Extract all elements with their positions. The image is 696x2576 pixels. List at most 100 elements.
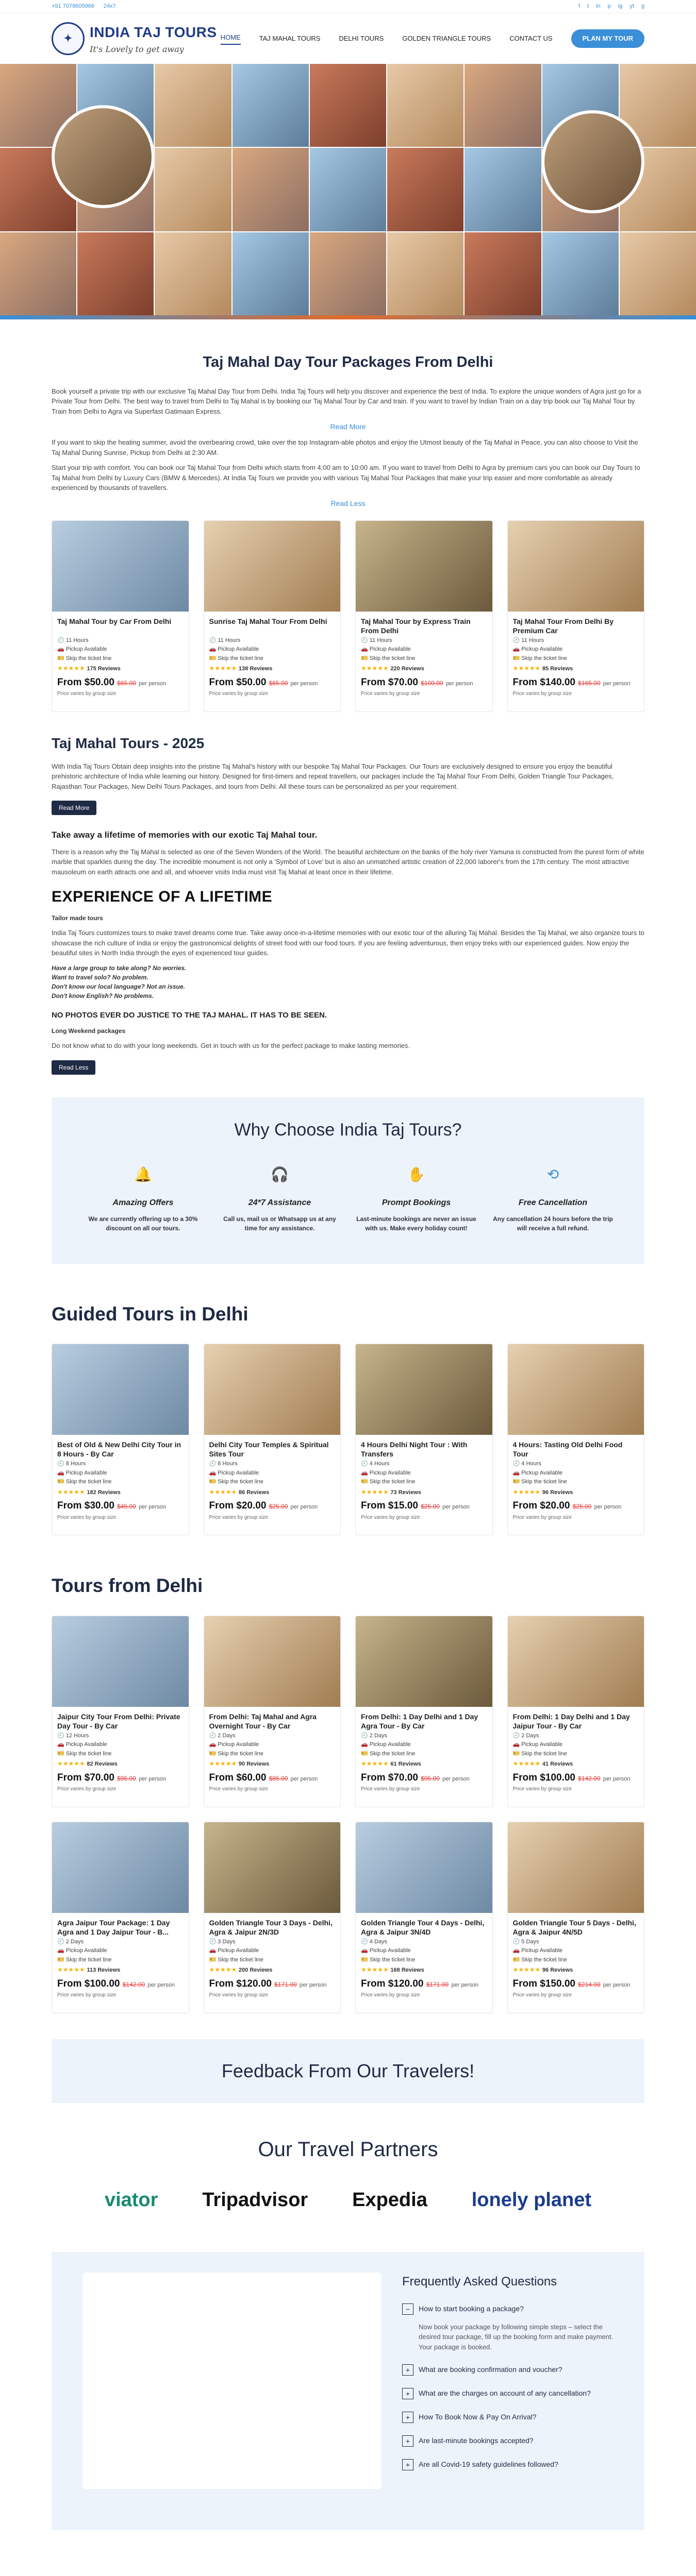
tour-title[interactable]: Golden Triangle Tour 4 Days - Delhi, Agr…: [361, 1918, 487, 1938]
price-note: Price varies by group size: [57, 691, 117, 697]
tm2025-paragraph-4: Do not know what to do with your long we…: [52, 1042, 410, 1049]
tour-title[interactable]: 4 Hours Delhi Night Tour : With Transfer…: [361, 1440, 487, 1460]
faq-line: Want to travel solo? No problem.: [52, 973, 148, 981]
instagram-icon[interactable]: ig: [618, 2, 623, 11]
tour-card[interactable]: 4 Hours: Tasting Old Delhi Food Tour 🕘 4…: [507, 1344, 644, 1535]
why-choose-section: Why Choose India Taj Tours? 🔔 Amazing Of…: [52, 1097, 644, 1264]
tour-title[interactable]: Golden Triangle Tour 5 Days - Delhi, Agr…: [513, 1918, 639, 1938]
tour-title[interactable]: Taj Mahal Tour by Express Train From Del…: [361, 617, 487, 636]
star-icons: ★★★★★: [512, 1760, 541, 1768]
price-note: Price varies by group size: [361, 1992, 420, 1998]
plan-my-tour-button[interactable]: PLAN MY TOUR: [571, 29, 644, 48]
intro-paragraph-3: Start your trip with comfort. You can bo…: [52, 464, 640, 492]
hero-divider: [0, 315, 696, 319]
tour-card[interactable]: 4 Hours Delhi Night Tour : With Transfer…: [355, 1344, 493, 1535]
faq-item[interactable]: + What are booking confirmation and vouch…: [402, 2364, 614, 2376]
faq-item[interactable]: + Are all Covid-19 safety guidelines foll…: [402, 2459, 614, 2470]
tour-duration: 🕘 8 Hours: [209, 1461, 238, 1467]
tour-title[interactable]: Delhi City Tour Temples & Spiritual Site…: [209, 1440, 336, 1460]
star-icons: ★★★★★: [512, 1966, 541, 1974]
price-note: Price varies by group size: [209, 1992, 269, 1998]
tour-photo: [52, 1344, 189, 1435]
tour-duration: 🕘 2 Days: [209, 1732, 236, 1739]
tour-rating: ★★★★★ 73 Reviews: [361, 1488, 421, 1496]
faq-item[interactable]: + What are the charges on account of any …: [402, 2388, 614, 2399]
partner-logos: viator Tripadvisor Expedia lonely planet: [52, 2185, 644, 2215]
tour-title[interactable]: Sunrise Taj Mahal Tour From Delhi: [209, 617, 336, 636]
read-less-link[interactable]: Read Less: [52, 498, 644, 509]
nav-contact-us[interactable]: CONTACT US: [509, 33, 552, 44]
why-item-title: Amazing Offers: [112, 1198, 174, 1207]
tour-card[interactable]: From Delhi: 1 Day Delhi and 1 Day Jaipur…: [507, 1615, 644, 1807]
tour-title[interactable]: 4 Hours: Tasting Old Delhi Food Tour: [513, 1440, 639, 1460]
plus-icon: +: [402, 2435, 413, 2447]
facebook-icon[interactable]: f: [578, 2, 580, 11]
hero-photo: [465, 64, 541, 147]
tour-card[interactable]: Golden Triangle Tour 3 Days - Delhi, Agr…: [203, 1821, 341, 2013]
linkedin-icon[interactable]: in: [596, 2, 601, 11]
phone-number[interactable]: +91 7078605966: [52, 2, 94, 11]
tour-card[interactable]: Golden Triangle Tour 4 Days - Delhi, Agr…: [355, 1821, 493, 2013]
price-note: Price varies by group size: [209, 1514, 269, 1520]
nav-taj-mahal-tours[interactable]: TAJ MAHAL TOURS: [259, 33, 321, 44]
tour-card[interactable]: Taj Mahal Tour by Express Train From Del…: [355, 520, 493, 712]
hero-photo: [0, 232, 77, 315]
star-icons: ★★★★★: [209, 1488, 237, 1496]
price-note: Price varies by group size: [512, 1786, 572, 1792]
tour-price: From $20.00 $25.00 per person: [512, 1500, 622, 1512]
tour-title[interactable]: From Delhi: 1 Day Delhi and 1 Day Jaipur…: [513, 1712, 639, 1732]
tour-title[interactable]: Golden Triangle Tour 3 Days - Delhi, Agr…: [209, 1918, 336, 1938]
tour-card[interactable]: Agra Jaipur Tour Package: 1 Day Agra and…: [52, 1821, 189, 2013]
hero-photo: [465, 232, 541, 315]
tour-title[interactable]: Taj Mahal Tour by Car From Delhi: [57, 617, 184, 636]
intro-paragraph-2: If you want to skip the heating summer, …: [52, 438, 638, 456]
viator-logo[interactable]: viator: [105, 2185, 158, 2215]
tour-card[interactable]: Golden Triangle Tour 5 Days - Delhi, Agr…: [507, 1821, 644, 2013]
tour-title[interactable]: Agra Jaipur Tour Package: 1 Day Agra and…: [57, 1918, 184, 1938]
tour-card[interactable]: Best of Old & New Delhi City Tour in 8 H…: [52, 1344, 189, 1535]
tour-card[interactable]: Sunrise Taj Mahal Tour From Delhi 🕘 11 H…: [203, 520, 341, 712]
tour-title[interactable]: Best of Old & New Delhi City Tour in 8 H…: [57, 1440, 184, 1460]
tour-rating: ★★★★★ 90 Reviews: [209, 1760, 270, 1768]
nav-home[interactable]: HOME: [220, 32, 241, 45]
lonely-planet-logo[interactable]: lonely planet: [472, 2185, 591, 2215]
read-more-button[interactable]: Read More: [52, 801, 97, 815]
read-less-button[interactable]: Read Less: [52, 1060, 96, 1075]
faq-item[interactable]: + How To Book Now & Pay On Arrival?: [402, 2412, 614, 2423]
tour-duration: 🕘 12 Hours: [57, 1732, 89, 1739]
price-note: Price varies by group size: [361, 1514, 420, 1520]
tour-price: From $60.00 $85.00 per person: [209, 1772, 318, 1783]
tour-price: From $70.00 $100.00 per person: [361, 676, 473, 688]
tour-title[interactable]: Jaipur City Tour From Delhi: Private Day…: [57, 1712, 184, 1732]
nav-golden-triangle-tours[interactable]: GOLDEN TRIANGLE TOURS: [402, 33, 491, 44]
tour-pickup: 🚗 Pickup Available: [209, 646, 259, 653]
tm2025-paragraph-2: There is a reason why the Taj Mahal is s…: [52, 848, 644, 876]
tour-card[interactable]: From Delhi: 1 Day Delhi and 1 Day Agra T…: [355, 1615, 493, 1807]
faq-item[interactable]: − How to start booking a package?: [402, 2303, 614, 2315]
tripadvisor-logo[interactable]: Tripadvisor: [202, 2185, 308, 2215]
youtube-icon[interactable]: yt: [629, 2, 634, 11]
faq-image: [82, 2272, 382, 2489]
google-icon[interactable]: g: [641, 2, 644, 11]
tour-card[interactable]: From Delhi: Taj Mahal and Agra Overnight…: [203, 1615, 341, 1807]
refresh-icon: ⟲: [546, 1166, 559, 1182]
logo[interactable]: ✦ INDIA TAJ TOURS It's Lovely to get awa…: [52, 22, 217, 56]
tour-title[interactable]: Taj Mahal Tour From Delhi By Premium Car: [513, 617, 639, 636]
nav-delhi-tours[interactable]: DELHI TOURS: [339, 33, 384, 44]
twitter-icon[interactable]: t: [587, 2, 589, 11]
faq-item[interactable]: + Are last-minute bookings accepted?: [402, 2435, 614, 2447]
tour-card[interactable]: Jaipur City Tour From Delhi: Private Day…: [52, 1615, 189, 1807]
read-more-link[interactable]: Read More: [52, 421, 644, 432]
tour-card[interactable]: Taj Mahal Tour by Car From Delhi 🕘 11 Ho…: [52, 520, 189, 712]
hero-photo: [465, 148, 541, 231]
tour-photo: [204, 1616, 340, 1707]
pinterest-icon[interactable]: p: [608, 2, 611, 11]
expedia-logo[interactable]: Expedia: [352, 2185, 427, 2215]
tour-title[interactable]: From Delhi: 1 Day Delhi and 1 Day Agra T…: [361, 1712, 487, 1732]
tour-card[interactable]: Delhi City Tour Temples & Spiritual Site…: [203, 1344, 341, 1535]
hero-photo: [155, 148, 231, 231]
hero-photo: [387, 232, 464, 315]
tour-title[interactable]: From Delhi: Taj Mahal and Agra Overnight…: [209, 1712, 336, 1732]
tour-rating: ★★★★★ 41 Reviews: [512, 1760, 573, 1768]
tour-card[interactable]: Taj Mahal Tour From Delhi By Premium Car…: [507, 520, 644, 712]
